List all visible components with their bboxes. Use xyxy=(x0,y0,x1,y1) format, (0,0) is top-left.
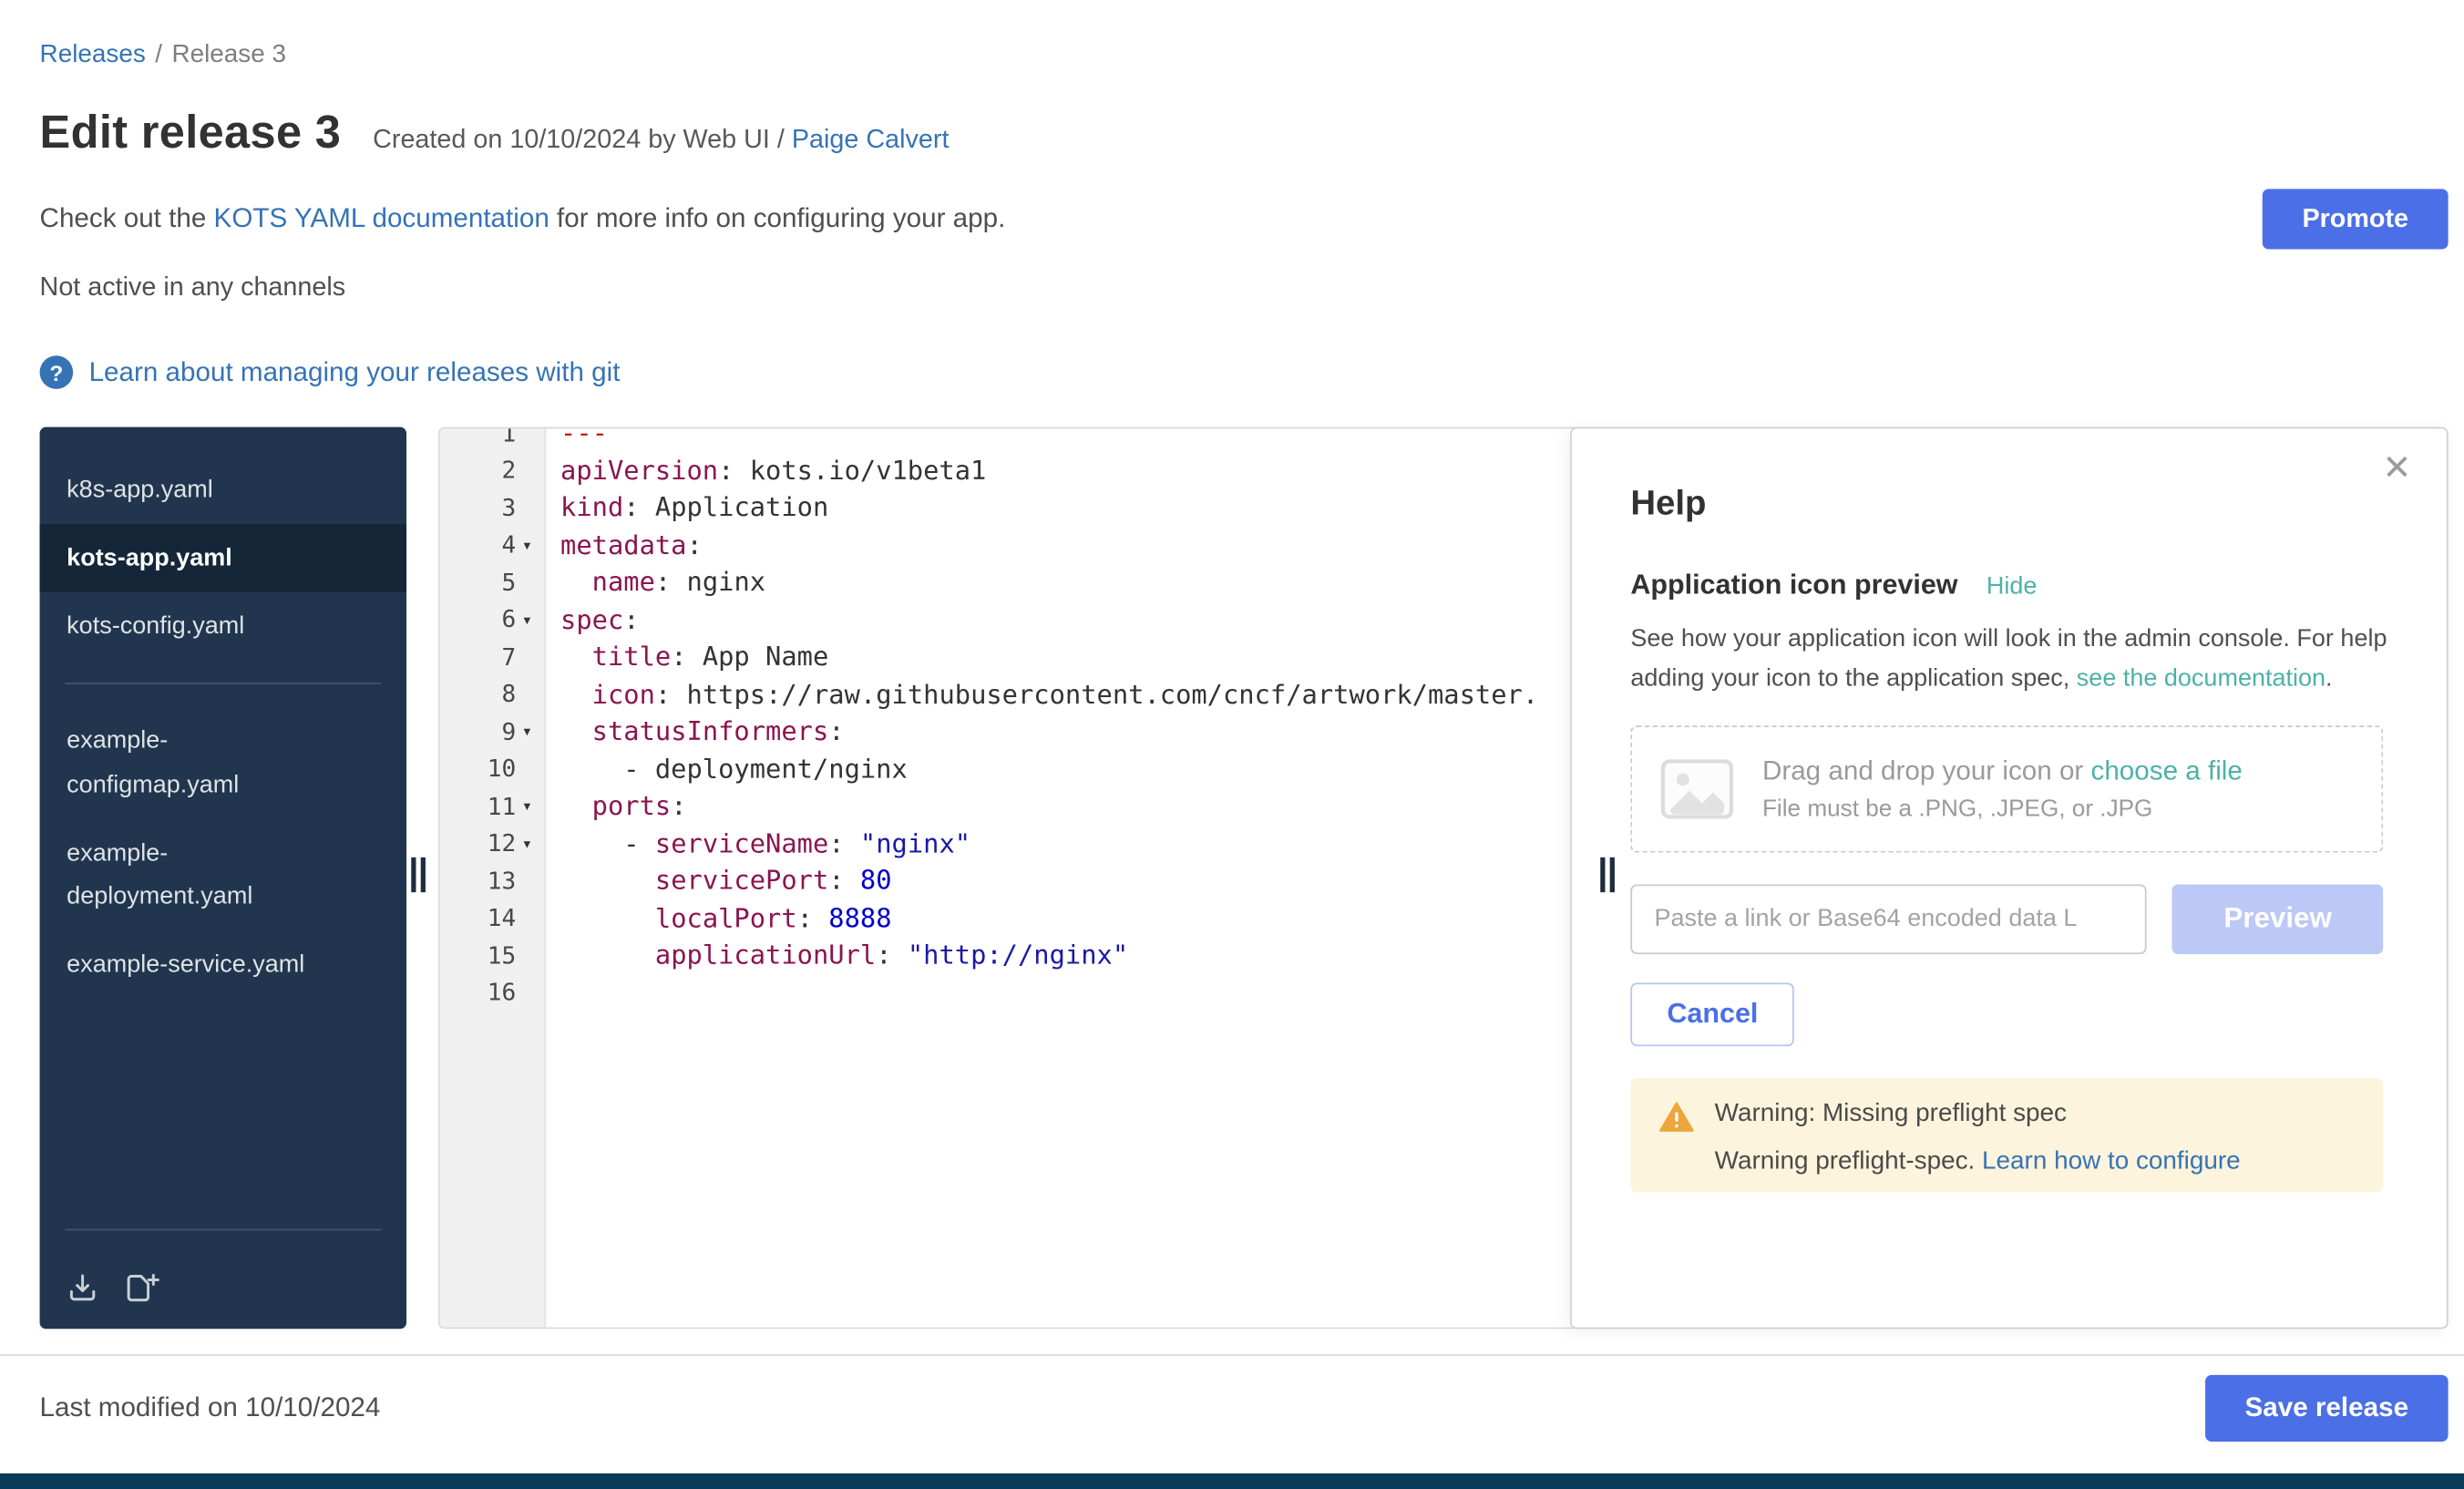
hide-link[interactable]: Hide xyxy=(1987,573,2038,601)
file-item-example-deployment.yaml[interactable]: example-deployment.yaml xyxy=(40,818,406,929)
line-number: 2 xyxy=(440,456,547,484)
line-number: 15 xyxy=(440,941,547,970)
dropzone-text: Drag and drop your icon or choose a file… xyxy=(1762,755,2243,822)
fold-arrow-icon[interactable]: ▾ xyxy=(516,610,538,631)
bottom-bar xyxy=(0,1474,2464,1489)
kots-docs-link[interactable]: KOTS YAML documentation xyxy=(214,203,549,233)
new-file-icon[interactable] xyxy=(124,1272,160,1304)
footer: Last modified on 10/10/2024 Save release xyxy=(40,1356,2449,1442)
warning-title: Warning: Missing preflight spec xyxy=(1715,1100,2241,1128)
breadcrumb: Releases / Release 3 xyxy=(40,0,2449,70)
sidebar-bottom-divider xyxy=(65,1229,381,1231)
created-text: Created on 10/10/2024 by Web UI / xyxy=(373,126,785,154)
file-list-secondary: example-configmap.yamlexample-deployment… xyxy=(40,707,406,999)
icon-link-row: Preview xyxy=(1630,884,2383,954)
question-icon[interactable]: ? xyxy=(40,355,74,389)
warning-detail: Warning preflight-spec. Learn how to con… xyxy=(1715,1147,2241,1176)
icon-url-input[interactable] xyxy=(1630,884,2147,954)
line-number: 4▾ xyxy=(440,530,547,559)
file-item-kots-config.yaml[interactable]: kots-config.yaml xyxy=(40,592,406,661)
last-modified: Last modified on 10/10/2024 xyxy=(40,1392,381,1424)
doc-line-prefix: Check out the xyxy=(40,203,214,233)
preflight-configure-link[interactable]: Learn how to configure xyxy=(1982,1147,2241,1175)
save-release-button[interactable]: Save release xyxy=(2205,1375,2449,1442)
line-number: 3 xyxy=(440,493,547,521)
file-item-kots-app.yaml[interactable]: kots-app.yaml xyxy=(40,524,406,592)
file-sidebar: k8s-app.yamlkots-app.yamlkots-config.yam… xyxy=(40,427,406,1330)
warning-detail-text: Warning preflight-spec. xyxy=(1715,1147,1982,1175)
icon-dropzone[interactable]: Drag and drop your icon or choose a file… xyxy=(1630,725,2383,852)
breadcrumb-releases-link[interactable]: Releases xyxy=(40,41,146,68)
line-number: 16 xyxy=(440,979,547,1007)
help-title: Help xyxy=(1630,483,2383,524)
doc-line-suffix: for more info on configuring your app. xyxy=(549,203,1006,233)
created-info: Created on 10/10/2024 by Web UI / Paige … xyxy=(373,126,949,156)
author-link[interactable]: Paige Calvert xyxy=(792,126,950,154)
icon-preview-description: See how your application icon will look … xyxy=(1630,621,2389,699)
pane-resize-handle-left[interactable] xyxy=(411,857,426,892)
cancel-button[interactable]: Cancel xyxy=(1630,982,1794,1046)
line-number: 12▾ xyxy=(440,829,547,857)
pane-resize-handle-right[interactable] xyxy=(1600,857,1615,892)
title-row: Edit release 3 Created on 10/10/2024 by … xyxy=(40,108,2449,159)
choose-file-link[interactable]: choose a file xyxy=(2091,755,2243,786)
sidebar-divider xyxy=(65,683,381,685)
line-number: 7 xyxy=(440,642,547,671)
page-title: Edit release 3 xyxy=(40,108,342,159)
git-help-link[interactable]: Learn about managing your releases with … xyxy=(89,356,621,388)
fold-arrow-icon[interactable]: ▾ xyxy=(516,833,538,854)
file-item-k8s-app.yaml[interactable]: k8s-app.yaml xyxy=(40,456,406,524)
warning-icon xyxy=(1659,1101,1694,1131)
close-icon[interactable]: ✕ xyxy=(2382,451,2411,486)
warning-box: Warning: Missing preflight spec Warning … xyxy=(1630,1077,2383,1191)
fold-arrow-icon[interactable]: ▾ xyxy=(516,796,538,816)
line-number: 9▾ xyxy=(440,717,547,745)
file-list-primary: k8s-app.yamlkots-app.yamlkots-config.yam… xyxy=(40,456,406,661)
fold-arrow-icon[interactable]: ▾ xyxy=(516,721,538,742)
promote-button[interactable]: Promote xyxy=(2263,189,2449,249)
icon-preview-header: Application icon preview Hide xyxy=(1630,569,2383,602)
line-number: 8 xyxy=(440,680,547,708)
page: Releases / Release 3 Edit release 3 Create… xyxy=(0,0,2464,1489)
preview-button[interactable]: Preview xyxy=(2172,884,2383,954)
line-number: 6▾ xyxy=(440,605,547,633)
sidebar-bottom xyxy=(40,1207,406,1309)
breadcrumb-separator: / xyxy=(155,41,162,68)
line-number: 10 xyxy=(440,755,547,783)
doc-line: Check out the KOTS YAML documentation fo… xyxy=(40,203,1006,235)
dropzone-hint: File must be a .PNG, .JPEG, or .JPG xyxy=(1762,795,2243,822)
line-number: 13 xyxy=(440,867,547,895)
upload-file-icon[interactable] xyxy=(67,1272,98,1304)
doc-row: Check out the KOTS YAML documentation fo… xyxy=(40,189,2449,249)
line-number: 5 xyxy=(440,568,547,596)
line-number: 1 xyxy=(440,427,547,447)
breadcrumb-current: Release 3 xyxy=(171,41,286,68)
line-number: 11▾ xyxy=(440,792,547,820)
fold-arrow-icon[interactable]: ▾ xyxy=(516,535,538,556)
help-panel: ✕ Help Application icon preview Hide See… xyxy=(1570,427,2448,1330)
icon-preview-title: Application icon preview xyxy=(1630,569,1957,602)
image-placeholder-icon xyxy=(1660,758,1733,818)
dropzone-label: Drag and drop your icon or xyxy=(1762,755,2091,786)
warning-body: Warning: Missing preflight spec Warning … xyxy=(1715,1100,2241,1176)
file-item-example-configmap.yaml[interactable]: example-configmap.yaml xyxy=(40,707,406,818)
channel-status: Not active in any channels xyxy=(40,273,2449,303)
file-item-example-service.yaml[interactable]: example-service.yaml xyxy=(40,930,406,999)
see-docs-link[interactable]: see the documentation xyxy=(2077,665,2325,693)
description-suffix: . xyxy=(2325,665,2333,693)
line-number: 14 xyxy=(440,904,547,932)
workspace: k8s-app.yamlkots-app.yamlkots-config.yam… xyxy=(40,427,2449,1330)
git-help-row: ? Learn about managing your releases wit… xyxy=(40,355,2449,389)
